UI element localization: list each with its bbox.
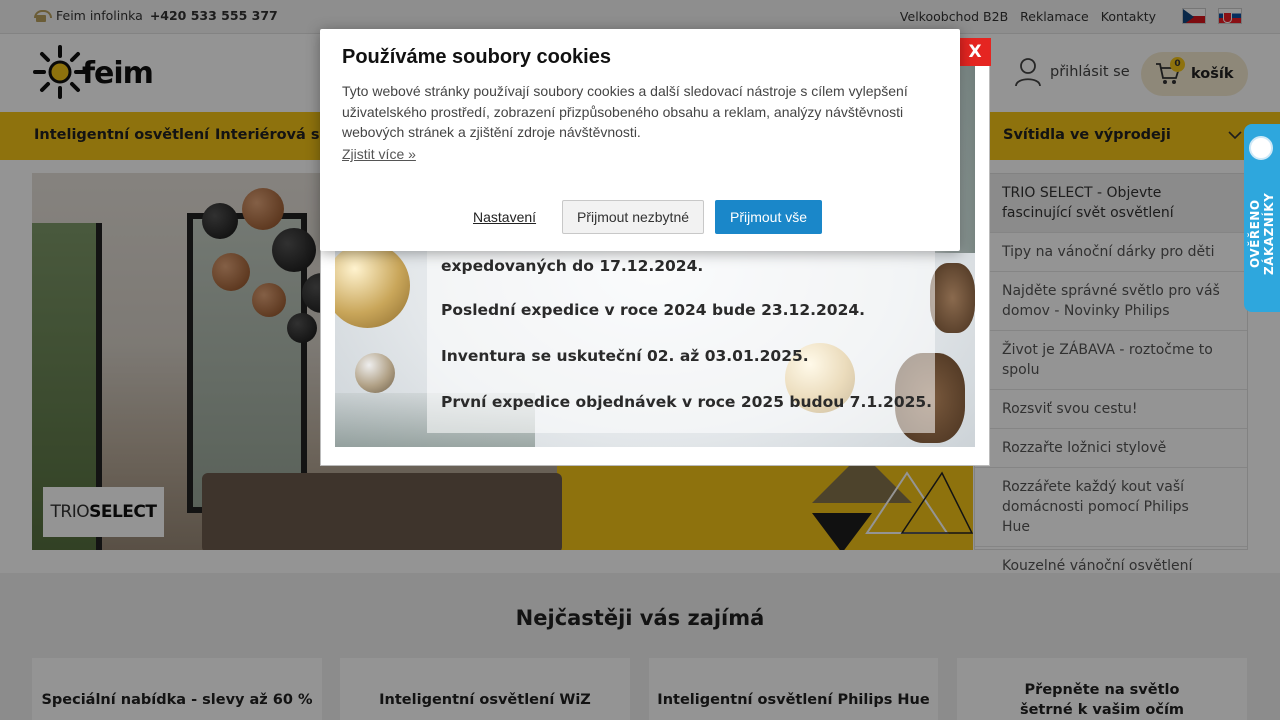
- cookie-description: Tyto webové stránky používají soubory co…: [342, 83, 908, 140]
- notice-line: expedovaných do 17.12.2024.: [441, 257, 704, 275]
- verified-seal-icon: [1249, 136, 1273, 160]
- cookie-consent-dialog: Používáme soubory cookies Tyto webové st…: [320, 29, 960, 251]
- notice-line: Poslední expedice v roce 2024 bude 23.12…: [441, 301, 866, 319]
- verified-customers-tab[interactable]: OVĚŘENO ZÁKAZNÍKY: [1244, 124, 1280, 312]
- verified-label: OVĚŘENO ZÁKAZNÍKY: [1248, 192, 1276, 276]
- cookie-title: Používáme soubory cookies: [342, 46, 611, 68]
- close-icon[interactable]: X: [959, 38, 991, 66]
- accept-all-button[interactable]: Přijmout vše: [715, 200, 822, 234]
- ornament-decoration: [335, 243, 410, 328]
- pinecone-decoration: [930, 263, 975, 333]
- cookie-settings-link[interactable]: Nastavení: [473, 209, 536, 225]
- learn-more-link[interactable]: Zjistit více »: [342, 146, 416, 162]
- ornament-decoration: [355, 353, 395, 393]
- accept-necessary-button[interactable]: Přijmout nezbytné: [562, 200, 704, 234]
- notice-line: Inventura se uskuteční 02. až 03.01.2025…: [441, 347, 809, 365]
- notice-line: První expedice objednávek v roce 2025 bu…: [441, 393, 933, 411]
